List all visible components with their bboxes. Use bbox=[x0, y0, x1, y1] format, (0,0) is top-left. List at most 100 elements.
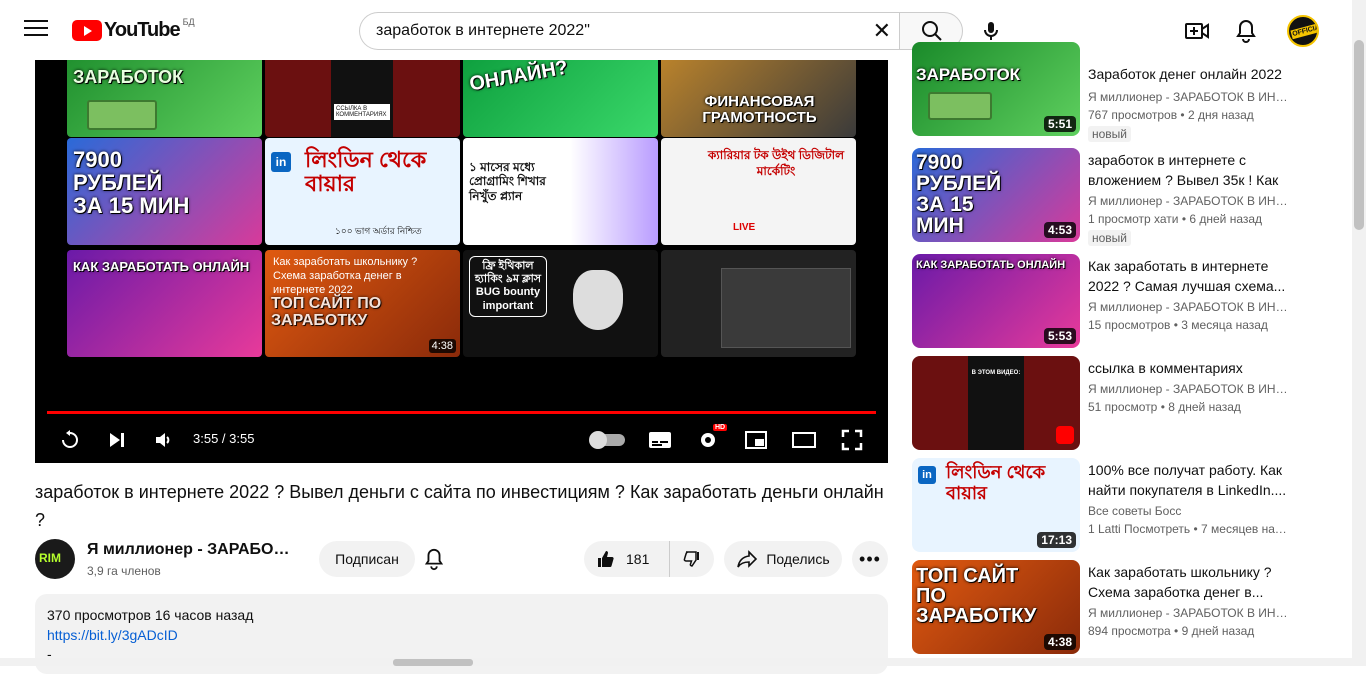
share-button[interactable]: Поделись bbox=[724, 541, 842, 577]
subscribe-button[interactable]: Подписан bbox=[319, 541, 415, 577]
channel-name[interactable]: Я миллионер - ЗАРАБОТОК В ИНТЕРНЕТЕ bbox=[87, 541, 297, 559]
theater-mode-button[interactable] bbox=[791, 426, 817, 454]
end-tile[interactable]: ЗАРАБОТОК bbox=[67, 60, 262, 137]
video-duration: 4:53 bbox=[1043, 222, 1076, 238]
recommendation-thumbnail[interactable]: КАК ЗАРАБОТАТЬ ОНЛАЙН 5:53 bbox=[912, 254, 1080, 348]
notifications-button[interactable] bbox=[1233, 18, 1259, 44]
bell-icon bbox=[1236, 19, 1256, 43]
time-display: 3:55 / 3:55 bbox=[193, 431, 255, 446]
tile-duration: 4:38 bbox=[428, 339, 456, 353]
end-tile[interactable]: ФИНАНСОВАЯ ГРАМОТНОСТЬ bbox=[661, 60, 856, 137]
autoplay-toggle[interactable] bbox=[589, 426, 626, 454]
tile-caption: ФИНАНСОВАЯ ГРАМОТНОСТЬ bbox=[702, 93, 817, 126]
recommendation-thumbnail[interactable]: В ЭТОМ ВИДЕО: bbox=[912, 356, 1080, 450]
progress-bar[interactable] bbox=[47, 411, 876, 414]
horizontal-scrollbar[interactable] bbox=[0, 658, 1352, 666]
video-duration: 5:51 bbox=[1043, 116, 1076, 132]
end-tile[interactable]: КАК ЗАРАБОТАТЬ ОНЛАЙН bbox=[67, 250, 262, 357]
clear-search-icon[interactable]: ✕ bbox=[873, 19, 891, 43]
new-badge: новый bbox=[1088, 230, 1132, 246]
end-tile[interactable]: ক্যারিয়ার টক উইথ ডিজিটাল মার্কেটিং LIVE bbox=[661, 138, 856, 245]
youtube-logo[interactable]: YouTube БД bbox=[72, 16, 195, 42]
recommendation-item[interactable]: in লিংডিন থেকে বায়ার 17:13 100% все пол… bbox=[912, 458, 1292, 554]
recommendation-meta: 767 просмотров • 2 дня назад bbox=[1088, 108, 1254, 122]
dislike-button[interactable] bbox=[670, 541, 714, 577]
tile-caption: লিংডিন থেকে বায়ার bbox=[305, 147, 427, 197]
pause-icon bbox=[589, 431, 607, 449]
end-tile[interactable]: ১ মাসের মধ্যে প্রোগ্রামিং শিখার নিখুঁত প… bbox=[463, 138, 658, 245]
thumbnail-caption: ТОП САЙТ ПО ЗАРАБОТКУ bbox=[916, 565, 1037, 627]
thumbs-down-icon bbox=[683, 551, 699, 567]
end-tile[interactable] bbox=[661, 250, 856, 357]
notification-bell-button[interactable] bbox=[420, 545, 448, 573]
thumbnail-caption: В ЭТОМ ВИДЕО: bbox=[971, 370, 1021, 376]
recommendation-meta: 51 просмотр • 8 дней назад bbox=[1088, 400, 1241, 414]
recommendation-title: заработок в интернете с вложением ? Выве… bbox=[1088, 152, 1279, 188]
gear-icon bbox=[701, 433, 715, 447]
recommendation-channel: Все советы Босс bbox=[1088, 504, 1182, 518]
phone-screen: ССЫЛКА В КОММЕНТАРИЯХ bbox=[331, 60, 393, 137]
search-input[interactable] bbox=[376, 13, 866, 49]
linkedin-icon: in bbox=[918, 466, 936, 484]
recommendation-channel: Я миллионер - ЗАРАБОТОК В ИНТЕРНЕТЕ bbox=[1088, 194, 1288, 208]
recommendation-title: 100% все получат работу. Как найти покуп… bbox=[1088, 462, 1287, 498]
money-stack-icon bbox=[928, 92, 992, 120]
volume-button[interactable] bbox=[150, 426, 176, 454]
new-badge: новый bbox=[1088, 126, 1132, 142]
horizontal-scrollbar-thumb[interactable] bbox=[393, 659, 473, 666]
search-box: ✕ bbox=[359, 12, 899, 50]
video-duration: 4:38 bbox=[1043, 634, 1076, 650]
tile-caption: КАК ЗАРАБОТАТЬ ОНЛАЙН bbox=[73, 259, 250, 274]
end-tile[interactable]: 7900 РУБЛЕЙ ЗА 15 МИН bbox=[67, 138, 262, 245]
recommendation-meta: 894 просмотра • 9 дней назад bbox=[1088, 624, 1255, 638]
subtitles-button[interactable] bbox=[647, 426, 673, 454]
end-tile[interactable]: ОНЛАЙН? bbox=[463, 60, 658, 137]
recommendation-thumbnail[interactable]: ТОП САЙТ ПО ЗАРАБОТКУ 4:38 bbox=[912, 560, 1080, 654]
recommendation-thumbnail[interactable]: in লিংডিন থেকে বায়ার 17:13 bbox=[912, 458, 1080, 552]
recommendation-item[interactable]: ТОП САЙТ ПО ЗАРАБОТКУ 4:38 Как заработат… bbox=[912, 560, 1292, 656]
end-tile[interactable]: ССЫЛКА В КОММЕНТАРИЯХ bbox=[265, 60, 460, 137]
create-video-button[interactable] bbox=[1184, 18, 1210, 44]
replay-button[interactable] bbox=[57, 426, 83, 454]
linkedin-icon: in bbox=[271, 152, 291, 172]
recommendation-thumbnail[interactable]: ЗАРАБОТОК 5:51 bbox=[912, 42, 1080, 136]
country-code: БД bbox=[182, 16, 195, 27]
tile-subcaption: Как заработать школьнику ? Схема заработ… bbox=[273, 256, 418, 296]
phone-screen: В ЭТОМ ВИДЕО: bbox=[968, 356, 1024, 450]
search-icon bbox=[922, 21, 942, 41]
video-duration: 17:13 bbox=[1037, 532, 1076, 548]
recommendation-item[interactable]: ЗАРАБОТОК 5:51 Заработок денег онлайн 20… bbox=[912, 42, 1292, 142]
youtube-play-icon bbox=[72, 20, 102, 41]
recommendation-title: Как заработать в интернете 2022 ? Самая … bbox=[1088, 258, 1286, 294]
fullscreen-button[interactable] bbox=[839, 426, 865, 454]
end-tile[interactable]: Как заработать школьнику ? Схема заработ… bbox=[265, 250, 460, 357]
autoplay-toggle-track bbox=[589, 431, 625, 449]
screenshot-preview bbox=[721, 268, 851, 348]
menu-icon[interactable] bbox=[24, 20, 48, 40]
share-arrow-icon bbox=[737, 550, 758, 568]
subscribe-label: Подписан bbox=[335, 551, 399, 567]
recommendation-item[interactable]: 7900 РУБЛЕЙ ЗА 15 МИН 4:53 заработок в и… bbox=[912, 148, 1292, 246]
video-duration: 5:53 bbox=[1043, 328, 1076, 344]
recommendation-item[interactable]: В ЭТОМ ВИДЕО: ссылка в комментариях Я ми… bbox=[912, 356, 1292, 452]
recommendation-thumbnail[interactable]: 7900 РУБЛЕЙ ЗА 15 МИН 4:53 bbox=[912, 148, 1080, 242]
channel-avatar[interactable]: RIM bbox=[35, 539, 75, 579]
settings-button[interactable]: HD bbox=[695, 424, 728, 454]
thumbnail-caption: 7900 РУБЛЕЙ ЗА 15 МИН bbox=[916, 151, 1002, 237]
end-tile[interactable]: in লিংডিন থেকে বায়ার ১০০ ভাগ অর্ডার নিশ… bbox=[265, 138, 460, 245]
recommendation-item[interactable]: КАК ЗАРАБОТАТЬ ОНЛАЙН 5:53 Как заработат… bbox=[912, 254, 1292, 350]
miniplayer-button[interactable] bbox=[743, 426, 769, 454]
video-player[interactable]: ЗАРАБОТОК ССЫЛКА В КОММЕНТАРИЯХ ОНЛАЙН? … bbox=[35, 60, 888, 463]
next-button[interactable] bbox=[105, 426, 129, 454]
thumbnail-caption: КАК ЗАРАБОТАТЬ ОНЛАЙН bbox=[916, 259, 1066, 271]
description-link[interactable]: https://bit.ly/3gADcID bbox=[47, 627, 178, 643]
end-tile[interactable]: ফ্রি ইথিকাল হ্যাকিং ৯ম ক্লাস BUG bounty … bbox=[463, 250, 658, 357]
money-stack-icon bbox=[87, 100, 157, 130]
vertical-scrollbar-thumb[interactable] bbox=[1354, 40, 1364, 230]
tile-caption: ССЫЛКА В КОММЕНТАРИЯХ bbox=[334, 104, 390, 120]
more-actions-button[interactable]: ••• bbox=[852, 541, 888, 577]
recommendation-title: Заработок денег онлайн 2022 ... bbox=[1088, 66, 1282, 82]
recommendation-channel: Я миллионер - ЗАРАБОТОК В ИНТЕРНЕТЕ bbox=[1088, 90, 1288, 104]
like-button[interactable]: 181 bbox=[584, 541, 670, 577]
recommendation-channel: Я миллионер - ЗАРАБОТОК В ИНТЕРНЕТЕ bbox=[1088, 300, 1288, 314]
